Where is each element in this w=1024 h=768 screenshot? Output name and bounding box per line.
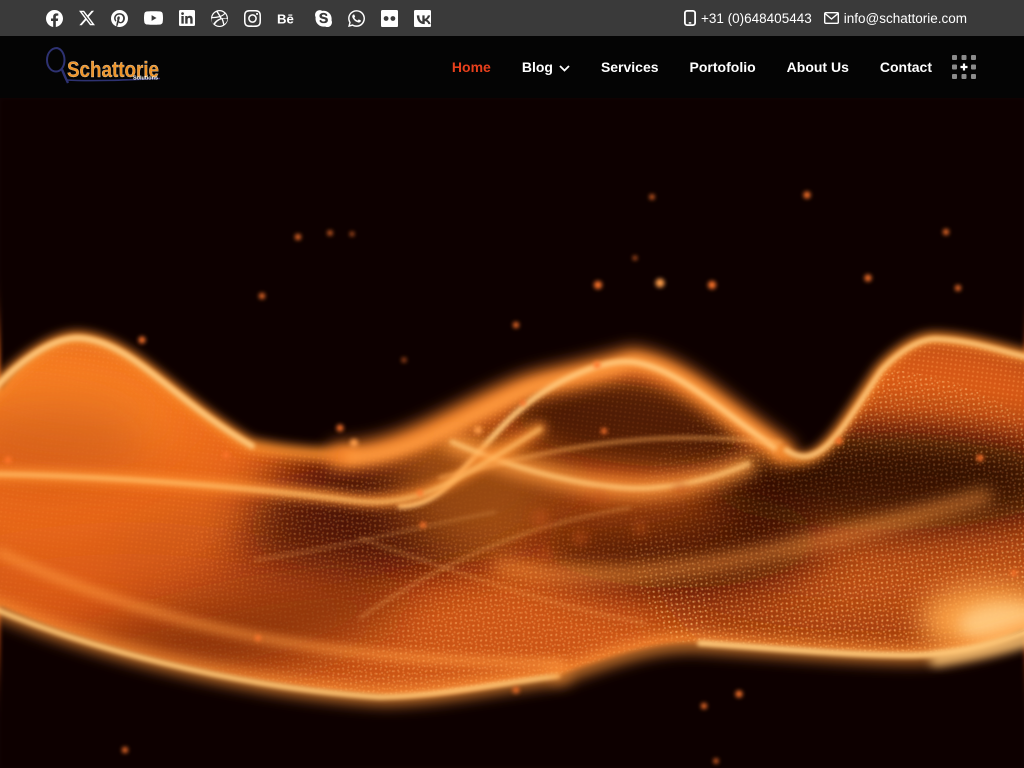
svg-text:Solutions: Solutions — [133, 76, 158, 82]
svg-text:Bē: Bē — [277, 11, 294, 25]
